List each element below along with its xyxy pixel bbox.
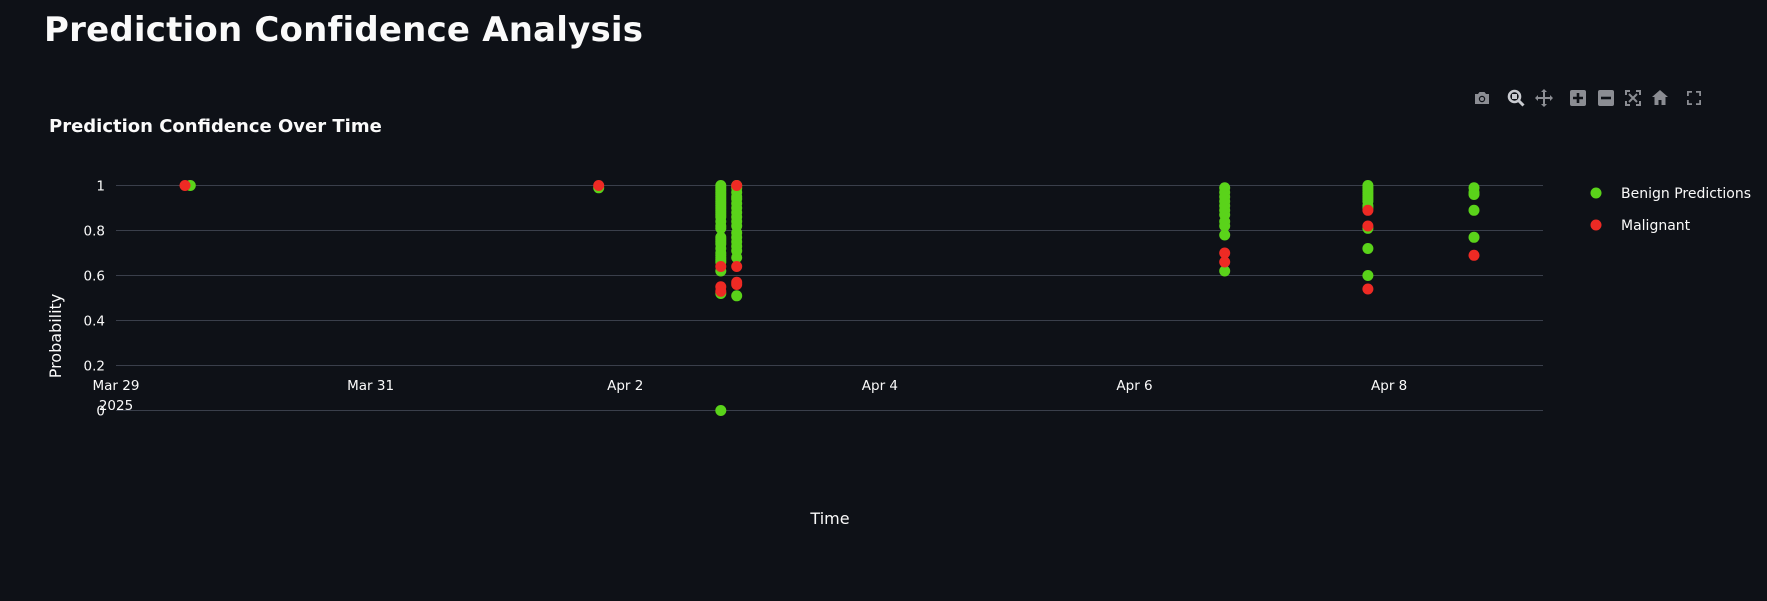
x-tick-label: Apr 4 [862,378,898,394]
data-point [1362,243,1374,254]
data-point [731,290,743,302]
data-point [1468,204,1480,216]
data-point [1362,204,1374,216]
data-point [1219,256,1231,268]
zoom-out-icon[interactable] [1594,86,1618,110]
data-point [715,261,727,272]
data-point [1362,283,1374,295]
legend-marker [1590,219,1602,231]
legend-label: Benign Predictions [1621,186,1751,202]
legend-marker [1590,187,1602,199]
data-point [715,405,727,416]
data-point [1468,189,1480,200]
x-tick-label: Mar 29 [93,378,140,394]
data-point [1468,249,1480,261]
data-point [593,180,605,191]
legend-label: Malignant [1621,218,1691,234]
y-tick-label: 1 [96,179,105,195]
data-point [1468,231,1480,243]
data-point [1219,229,1231,241]
x-tick-label: Mar 31 [347,378,394,394]
data-point [179,180,191,191]
chart-modebar [1470,86,1740,112]
prediction-confidence-chart: Prediction Confidence Over Time 0 0.2 0.4 0… [0,110,1767,570]
zoom-in-icon[interactable] [1566,86,1590,110]
data-point [1362,220,1374,232]
data-point [731,261,743,272]
camera-icon[interactable] [1470,86,1494,110]
fullscreen-icon[interactable] [1682,86,1706,110]
series-malignant [179,180,1480,297]
chart-title: Prediction Confidence Over Time [49,116,382,137]
pan-icon[interactable] [1532,86,1556,110]
y-tick-label: 0.8 [84,224,105,240]
data-point [731,279,743,290]
x-tick-sublabel: 2025 [99,398,133,414]
x-tick-label: Apr 8 [1371,378,1407,394]
data-point [731,180,743,191]
autoscale-icon[interactable] [1621,86,1645,110]
x-axis-title: Time [809,509,849,528]
y-tick-label: 0.6 [84,269,105,285]
reset-axes-icon[interactable] [1648,86,1672,110]
y-tick-label: 0.4 [84,314,105,330]
data-point [1362,270,1374,281]
x-tick-label: Apr 2 [607,378,643,394]
data-point [715,285,727,297]
x-tick-label: Apr 6 [1116,378,1152,394]
page-title: Prediction Confidence Analysis [44,10,644,50]
zoom-icon[interactable] [1504,86,1528,110]
y-tick-label: 0.2 [84,359,105,375]
y-axis-title: Probability [46,294,65,379]
